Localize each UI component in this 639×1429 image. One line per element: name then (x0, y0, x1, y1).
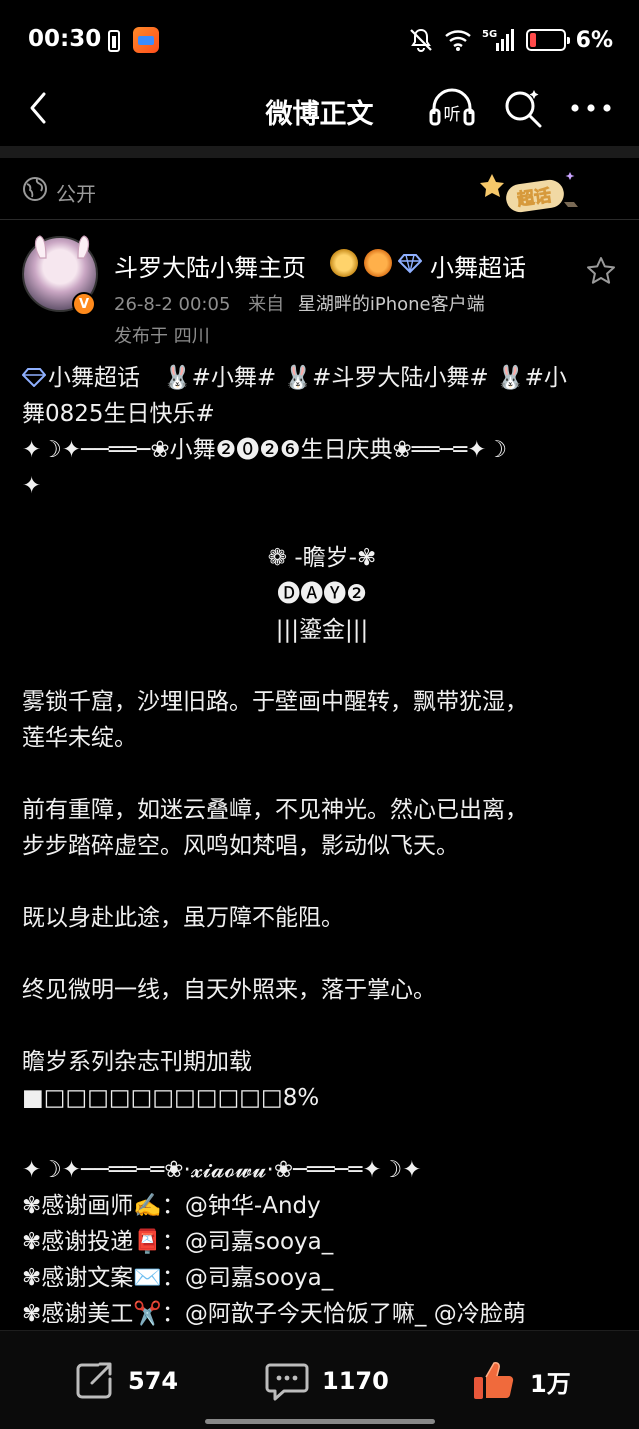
listen-button[interactable]: 听 (428, 86, 476, 130)
network-label: 5G (482, 29, 497, 40)
home-indicator[interactable] (205, 1419, 435, 1424)
post-client[interactable]: 星湖畔的iPhone客户端 (298, 294, 485, 315)
post-line: ✦ (22, 473, 42, 499)
post-header: V 斗罗大陆小舞主页 小舞超话 26-8-2 00:05 来自 星湖畔的iPho… (0, 222, 639, 352)
globe-icon (23, 177, 47, 201)
post-line: 前有重障，如迷云叠嶂，不见神光。然心已出离， (22, 797, 528, 823)
supertopic-icon: 超话 (480, 172, 578, 213)
cat-badge-icon (364, 249, 392, 277)
share-count: 574 (128, 1367, 179, 1395)
battery-percent: 6% (575, 27, 613, 53)
mute-icon (408, 27, 434, 53)
post-body: 小舞超话 🐰#小舞# 🐰#斗罗大陆小舞# 🐰#小 舞0825生日快乐# ✦☽✦─… (22, 360, 622, 1332)
wifi-icon (444, 28, 472, 52)
thumbs-up-icon (474, 1362, 514, 1399)
diamond-icon (398, 254, 422, 274)
search-button[interactable] (500, 86, 544, 130)
post-line: 瞻岁系列杂志刊期加载 (22, 1049, 252, 1075)
post-location: 发布于 四川 (114, 326, 210, 347)
post-time: 26-8-2 00:05 (114, 294, 231, 315)
post-line: ❁ -瞻岁-✾ (267, 545, 377, 571)
post-line: 莲华未绽。 (22, 725, 137, 751)
app-icon (133, 27, 159, 53)
share-icon (76, 1362, 112, 1399)
post-line: 雾锁千窟，沙埋旧路。于壁画中醒转，飘带犹湿， (22, 689, 528, 715)
section-divider (0, 146, 639, 158)
post-line: |||鎏金||| (275, 617, 369, 643)
post-line: 终见微明一线，自天外照来，落于掌心。 (22, 977, 436, 1003)
user-emblems (330, 248, 422, 278)
like-button[interactable]: 1万 (472, 1359, 571, 1403)
post-line[interactable]: ✾感谢画师✍️：@钟华-Andy (22, 1188, 622, 1224)
supertopic-diamond-icon (22, 368, 46, 387)
post-line: 既以身赴此途，虽万障不能阻。 (22, 905, 344, 931)
battery-small-icon (108, 30, 120, 52)
battery-icon (525, 29, 570, 51)
supertopic-badge[interactable]: 超话 (478, 168, 588, 214)
post-line-text: 小舞超话 🐰#小舞# 🐰#斗罗大陆小舞# 🐰#小 (48, 365, 567, 391)
post-line: ✦☽✦──══─❀小舞❷⓿❷❻生日庆典❀══─═✦☽ (22, 437, 508, 463)
post-line: ✦☽✦──══─═❀·𝔁𝓲𝓪𝓸𝔀𝓾·❀─══─═✦☽✦ (22, 1157, 422, 1183)
nav-bar: 微博正文 听 (0, 80, 639, 140)
status-icons: 5G 6% (408, 24, 613, 56)
comment-count: 1170 (322, 1367, 389, 1395)
star-icon (587, 257, 615, 284)
visibility-row: 公开 超话 (0, 158, 639, 220)
like-count: 1万 (530, 1369, 571, 1398)
verified-badge: V (72, 292, 96, 316)
status-time: 00:30 (28, 26, 102, 52)
more-icon (571, 104, 611, 112)
post-line[interactable]: ✾感谢投递📮：@司嘉sooya_ (22, 1224, 622, 1260)
crown-badge-icon (330, 249, 358, 277)
favorite-button[interactable] (586, 256, 616, 286)
comment-icon (265, 1363, 309, 1401)
username[interactable]: 斗罗大陆小舞主页 (114, 248, 306, 283)
signal-icon: 5G (482, 27, 516, 53)
post-line[interactable]: ✾感谢文案✉️：@司嘉sooya_ (22, 1260, 622, 1296)
post-line: 步步踏碎虚空。风鸣如梵唱，影动似飞天。 (22, 833, 459, 859)
post-line[interactable]: 小舞超话 🐰#小舞# 🐰#斗罗大陆小舞# 🐰#小 (22, 360, 622, 396)
post-meta: 26-8-2 00:05 来自 星湖畔的iPhone客户端 (114, 290, 485, 316)
search-icon (505, 90, 542, 128)
post-from-label: 来自 (248, 294, 285, 315)
action-bar: 574 1170 1万 (0, 1330, 639, 1429)
post-line[interactable]: ✾感谢美工✂️：@阿歆子今天恰饭了嘛_ @冷脸萌 (22, 1296, 622, 1332)
bunny-ears-icon (34, 235, 90, 259)
post-line: 🅓🅐🅨❷ (277, 581, 367, 607)
status-bar: 00:30 5G 6% (0, 0, 639, 80)
post-line[interactable]: 舞0825生日快乐# (22, 396, 622, 432)
listen-label: 听 (444, 105, 461, 125)
more-button[interactable] (568, 86, 614, 130)
topic-link[interactable]: 小舞超话 (430, 248, 526, 283)
comment-button[interactable]: 1170 (264, 1359, 389, 1403)
post-line: ■□□□□□□□□□□□8% (22, 1085, 320, 1111)
visibility-label: 公开 (56, 182, 96, 206)
listen-icon: 听 (429, 88, 475, 126)
share-button[interactable]: 574 (72, 1359, 178, 1403)
